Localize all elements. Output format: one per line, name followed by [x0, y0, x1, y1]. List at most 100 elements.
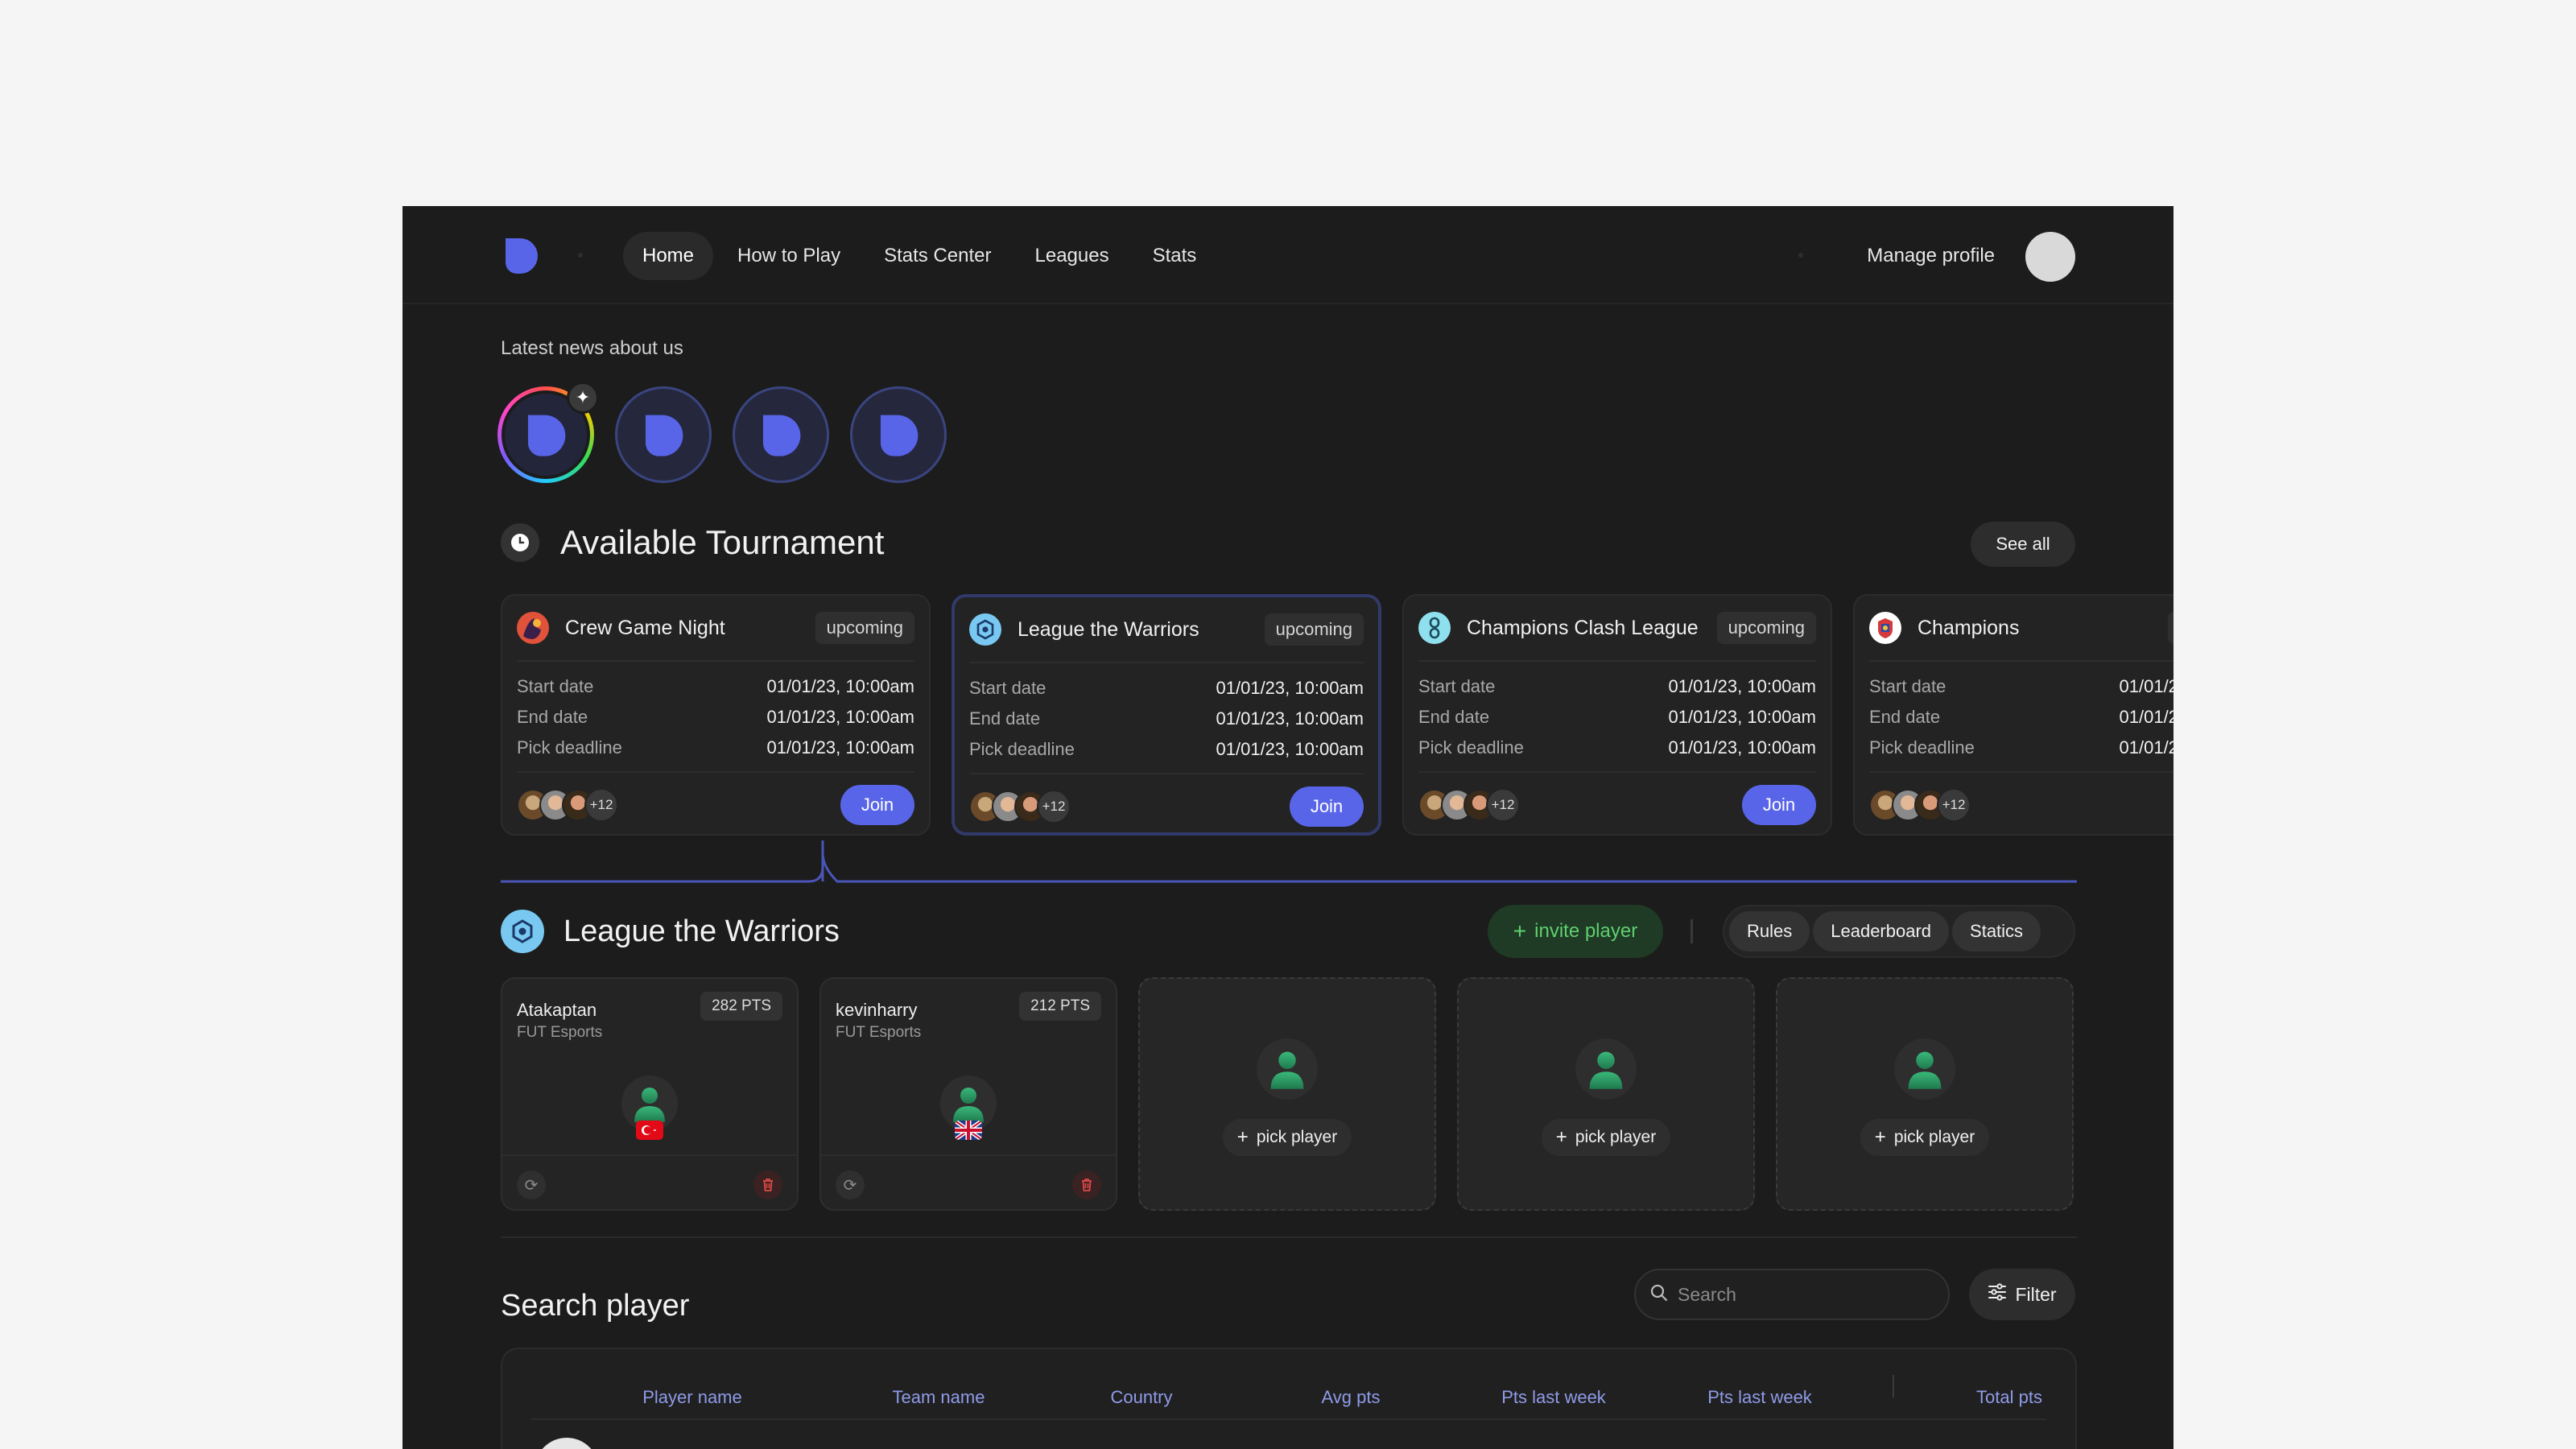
join-button[interactable]: Join [1290, 786, 1364, 827]
column-header[interactable]: Avg pts [1322, 1381, 1381, 1414]
filter-button[interactable]: Filter [1969, 1269, 2075, 1320]
participant-count: +12 [1486, 788, 1520, 822]
pick-player-button[interactable]: + pick player [1222, 1119, 1352, 1156]
table-divider [531, 1418, 2046, 1420]
row-label: Pick deadline [517, 737, 622, 758]
player-slot[interactable]: Atakaptan FUT Esports 282 PTS ⟳ [501, 977, 799, 1211]
card-divider [969, 773, 1364, 774]
nav-item-home[interactable]: Home [623, 232, 714, 280]
refresh-icon[interactable]: ⟳ [517, 1170, 546, 1199]
app-logo-icon[interactable] [501, 235, 541, 275]
slot-divider [502, 1154, 797, 1156]
player-slot[interactable]: kevinharry FUT Esports 212 PTS ⟳ [819, 977, 1117, 1211]
plus-icon: + [1236, 1126, 1249, 1148]
section-divider [501, 1236, 2077, 1238]
empty-player-slot[interactable]: + pick player [1457, 977, 1755, 1211]
news-story[interactable] [615, 386, 712, 483]
app-window: Home How to Play Stats Center Leagues Stats … [402, 206, 2174, 1449]
player-avatar [535, 1438, 599, 1449]
player-placeholder-icon [1257, 1038, 1318, 1100]
invite-player-button[interactable]: + invite player [1488, 905, 1663, 958]
card-divider [517, 660, 914, 662]
nav-item-how-to-play[interactable]: How to Play [718, 232, 860, 280]
card-footer: +12 Join [969, 786, 1364, 828]
nav-item-stats-center[interactable]: Stats Center [865, 232, 1010, 280]
empty-player-slot[interactable]: + pick player [1138, 977, 1436, 1211]
join-button[interactable]: Join [1742, 785, 1816, 825]
trash-icon[interactable] [753, 1170, 782, 1199]
search-icon [1650, 1284, 1668, 1306]
pick-player-label: pick player [1575, 1128, 1657, 1146]
news-story[interactable] [733, 386, 829, 483]
news-story[interactable] [850, 386, 947, 483]
column-header[interactable]: Pts last week [1707, 1381, 1812, 1414]
trash-icon[interactable] [1072, 1170, 1101, 1199]
card-title: Champions [1918, 616, 2020, 639]
plus-icon: + [1874, 1126, 1886, 1148]
nav-dot [1798, 253, 1803, 258]
players-table: Player name Team name Country Avg pts Pts la… [501, 1348, 2077, 1449]
tournament-card[interactable]: Champions Clash League upcoming Start date… [1402, 594, 1832, 836]
card-row: End date 01/01/23, 10:00am [1869, 702, 2174, 733]
row-label: Start date [1869, 676, 1946, 696]
row-value: 01/01/23, 10:00am [1216, 708, 1364, 729]
card-row: Start date 01/01/23, 10:00am [517, 671, 914, 702]
tab-leaderboard[interactable]: Leaderboard [1813, 911, 1950, 952]
manage-profile-link[interactable]: Manage profile [1867, 232, 1995, 280]
tournament-card[interactable]: Champions upcoming Start date 01/01/23, 10:… [1853, 594, 2174, 836]
nav-item-leagues[interactable]: Leagues [1016, 232, 1129, 280]
card-header: Champions upcoming [1869, 610, 2174, 646]
search-input[interactable] [1678, 1283, 1919, 1306]
tournament-card[interactable]: League the Warriors upcoming Start date 01/… [952, 594, 1381, 836]
row-label: End date [517, 707, 588, 727]
pick-player-button[interactable]: + pick player [1860, 1119, 1990, 1156]
sparkle-icon: ✦ [567, 382, 599, 414]
row-label: End date [1869, 707, 1941, 727]
header-divider [1893, 1375, 1894, 1397]
empty-player-slot[interactable]: + pick player [1776, 977, 2074, 1211]
card-divider [1418, 771, 1816, 773]
card-row: Pick deadline 01/01/23, 10:00am [1869, 733, 2174, 763]
participant-count: +12 [1937, 788, 1971, 822]
refresh-icon[interactable]: ⟳ [836, 1170, 865, 1199]
column-header[interactable]: Total pts [1976, 1381, 2042, 1414]
nav-dot [578, 253, 583, 258]
crest-logo-icon [1869, 612, 1901, 644]
search-box[interactable] [1634, 1269, 1950, 1320]
card-header: Crew Game Night upcoming [517, 610, 914, 646]
flame-logo-icon [517, 612, 549, 644]
tournament-card[interactable]: Crew Game Night upcoming Start date 01/01/2… [501, 594, 931, 836]
join-button[interactable]: Join [840, 785, 914, 825]
column-header[interactable]: Pts last week [1501, 1381, 1606, 1414]
card-divider [517, 771, 914, 773]
news-story-live[interactable]: ✦ [497, 382, 599, 483]
player-team: FUT Esports [517, 1024, 603, 1041]
chain-logo-icon [1418, 612, 1451, 644]
card-details: Start date 01/01/23, 10:00am End date 01/01… [517, 671, 914, 763]
news-stories: ✦ [497, 382, 947, 483]
participant-count: +12 [584, 788, 618, 822]
participant-count: +12 [1037, 790, 1071, 824]
player-name: kevinharry [836, 1000, 918, 1020]
pick-player-button[interactable]: + pick player [1541, 1119, 1671, 1156]
tab-rules[interactable]: Rules [1729, 911, 1810, 952]
row-label: Start date [1418, 676, 1496, 696]
column-header[interactable]: Country [1110, 1381, 1172, 1414]
profile-avatar[interactable] [2025, 232, 2075, 282]
table-header: Player name Team name Country Avg pts Pts la… [502, 1381, 2075, 1414]
player-points-badge: 212 PTS [1019, 992, 1101, 1021]
card-row: End date 01/01/23, 10:00am [517, 702, 914, 733]
column-header[interactable]: Team name [893, 1381, 985, 1414]
column-header[interactable]: Player name [642, 1381, 742, 1414]
row-value: 01/01/23, 10:00am [766, 707, 914, 727]
see-all-button[interactable]: See all [1971, 522, 2075, 567]
nav-item-stats[interactable]: Stats [1133, 232, 1216, 280]
participant-avatars: +12 [1869, 788, 1971, 822]
player-points-badge: 282 PTS [700, 992, 782, 1021]
invite-label: invite player [1534, 920, 1638, 942]
section-title-tournament: Available Tournament [560, 523, 885, 561]
participant-avatars: +12 [1418, 788, 1520, 822]
plus-icon: + [1555, 1126, 1567, 1148]
tab-statics[interactable]: Statics [1952, 911, 2041, 952]
card-divider [1869, 660, 2174, 662]
